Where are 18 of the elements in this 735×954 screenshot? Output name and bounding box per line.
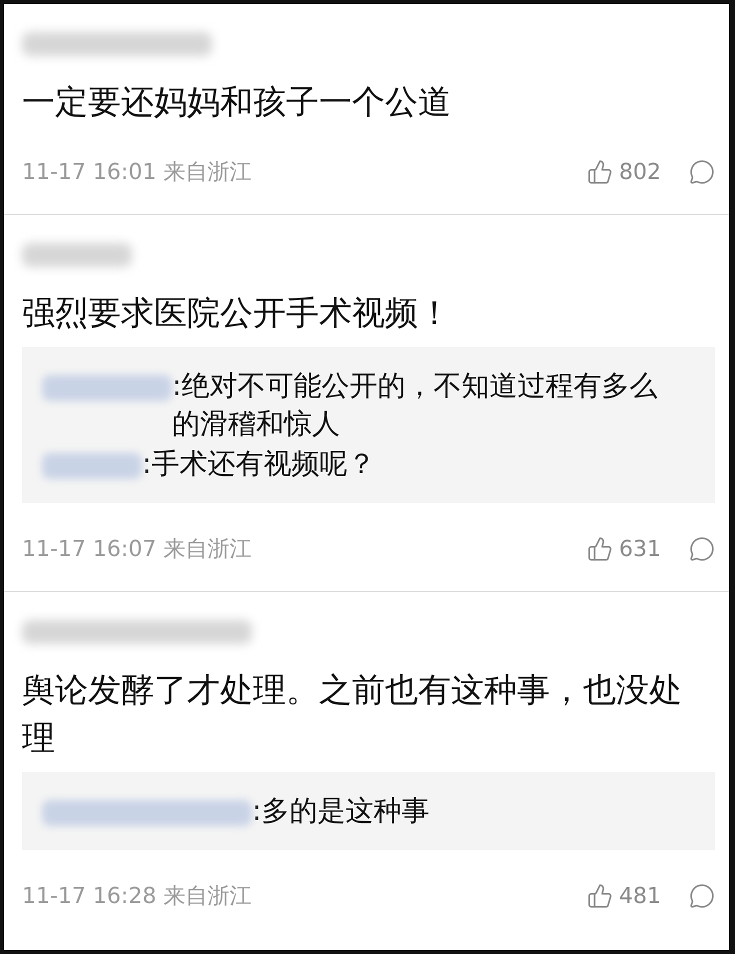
like-icon[interactable]	[587, 159, 613, 185]
comment-time: 11-17 16:28 来自浙江	[22, 883, 252, 911]
reply-text: :绝对不可能公开的，不知道过程有多么的滑稽和惊人	[172, 368, 658, 442]
like-icon[interactable]	[587, 536, 613, 562]
like-count: 631	[619, 536, 661, 562]
like-icon[interactable]	[587, 883, 613, 909]
comment-text: 舆论发酵了才处理。之前也有这种事，也没处理	[22, 669, 683, 759]
comment-icon[interactable]	[689, 159, 715, 185]
reply-text: :多的是这种事	[252, 793, 430, 829]
comment-text: 一定要还妈妈和孩子一个公道	[22, 81, 452, 123]
comment-icon[interactable]	[689, 883, 715, 909]
reply-text: :手术还有视频呢？	[142, 446, 376, 482]
comment-icon[interactable]	[689, 536, 715, 562]
comment-time: 11-17 16:07 来自浙江	[22, 536, 252, 564]
like-count: 802	[619, 160, 661, 184]
like-count: 481	[619, 884, 661, 908]
comment-text: 强烈要求医院公开手术视频！	[22, 292, 452, 334]
comment-time: 11-17 16:01 来自浙江	[22, 159, 252, 187]
